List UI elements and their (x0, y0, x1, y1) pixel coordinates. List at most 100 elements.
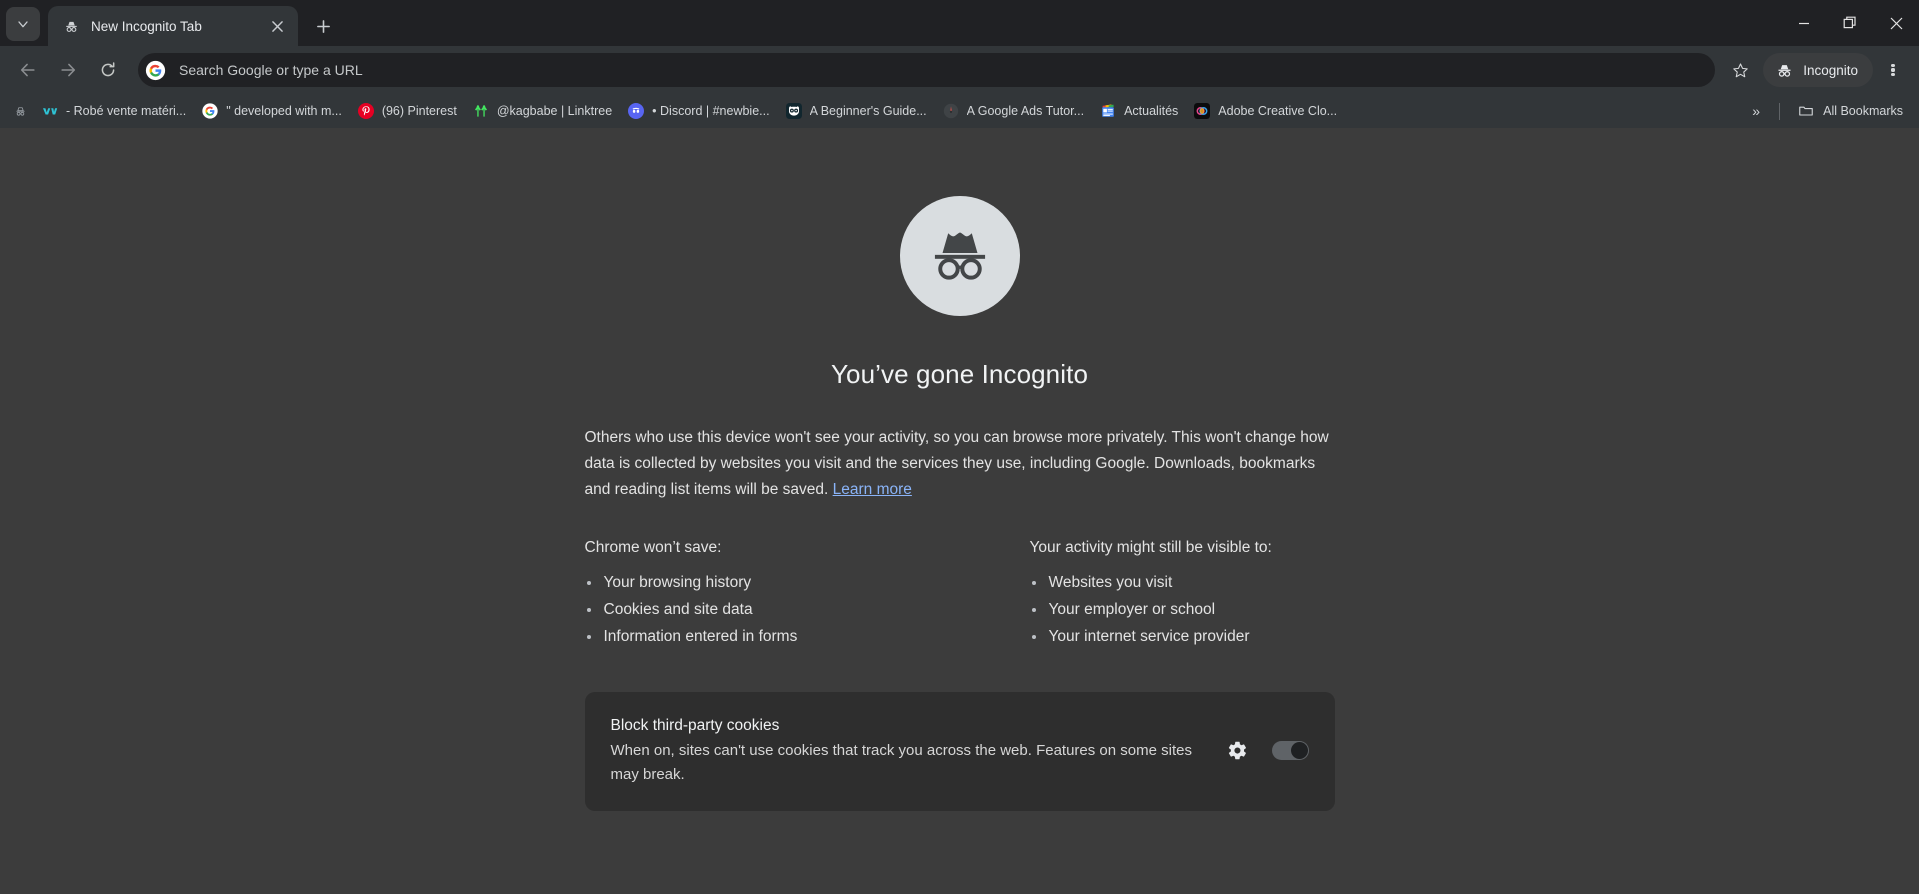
page-title: You’ve gone Incognito (830, 359, 1089, 389)
intro-text: Others who use this device won't see you… (584, 429, 1329, 498)
bookmark-label: @kagbabe | Linktree (496, 104, 613, 118)
bookmark-item[interactable]: Actualités (1092, 98, 1186, 124)
list-item: Information entered in forms (585, 623, 960, 650)
google-news-icon (1100, 103, 1116, 119)
column-heading: Your activity might still be visible to: (1029, 539, 1272, 556)
adobe-cc-icon-svg (1194, 103, 1211, 119)
tab-close-button[interactable] (266, 15, 288, 37)
incognito-icon-svg (1778, 64, 1791, 77)
dark-circle-icon-svg (943, 103, 958, 119)
bookmark-label: " developed with m... (226, 104, 342, 118)
reload-button[interactable] (91, 53, 125, 87)
column-chrome-wont-save: Chrome won’t save: Your browsing history… (585, 539, 960, 650)
bookmark-label: A Beginner's Guide... (809, 104, 927, 118)
intro-paragraph: Others who use this device won't see you… (585, 425, 1335, 503)
bookmarks-divider (1779, 102, 1781, 120)
forward-button[interactable] (51, 53, 85, 87)
bookmark-item[interactable]: " developed with m... (194, 98, 350, 124)
google-news-icon-svg (1102, 104, 1114, 117)
incognito-icon (62, 17, 80, 35)
cookie-card-text: Block third-party cookies When on, sites… (611, 714, 1221, 787)
learn-more-link[interactable]: Learn more (833, 481, 912, 498)
bookmark-item[interactable]: A Beginner's Guide... (778, 98, 935, 124)
column-heading: Chrome won’t save: (584, 539, 722, 556)
incognito-small-icon-svg (15, 106, 25, 116)
reload-icon (101, 62, 115, 77)
tab-search-button[interactable] (6, 7, 40, 41)
cookie-settings-button[interactable] (1221, 734, 1255, 768)
info-columns: Chrome won’t save: Your browsing history… (585, 539, 1335, 650)
back-button[interactable] (11, 53, 45, 87)
bookmarks-bar: - Robé vente matéri... " developed with … (0, 94, 1919, 128)
toggle-knob (1290, 742, 1308, 759)
incognito-avatar (899, 196, 1020, 316)
bookmark-item[interactable]: Adobe Creative Clo... (1186, 98, 1345, 124)
all-bookmarks-button[interactable]: All Bookmarks (1790, 98, 1911, 124)
three-dot-icon (1891, 62, 1895, 78)
cookie-card-description: When on, sites can't use cookies that tr… (610, 742, 1192, 783)
browser-toolbar: Search Google or type a URL Incognito (0, 46, 1919, 94)
bookmark-item[interactable]: (96) Pinterest (350, 98, 465, 124)
maximize-restore-button[interactable] (1827, 0, 1873, 46)
cookie-card-title: Block third-party cookies (610, 717, 780, 734)
incognito-small-icon (12, 103, 28, 119)
close-icon (1890, 17, 1902, 29)
address-bar[interactable]: Search Google or type a URL (138, 53, 1716, 87)
pinterest-icon-svg (357, 103, 374, 119)
tab-title: New Incognito Tab (91, 18, 202, 34)
all-bookmarks-label: All Bookmarks (1823, 104, 1903, 118)
restore-icon (1843, 16, 1856, 29)
linktree-icon (473, 103, 489, 119)
bookmark-item[interactable] (6, 98, 34, 124)
chevron-double-right-icon: » (1752, 103, 1760, 119)
bookmarks-overflow-button[interactable]: » (1743, 98, 1769, 124)
hubspot-icon (785, 103, 802, 119)
pinterest-icon (357, 103, 374, 119)
new-tab-button[interactable] (308, 11, 338, 41)
chrome-menu-button[interactable] (1877, 53, 1909, 87)
incognito-profile-pill[interactable]: Incognito (1763, 53, 1873, 87)
google-g-icon-svg (202, 103, 218, 119)
column-activity-visible-to: Your activity might still be visible to:… (960, 539, 1335, 650)
dark-circle-icon (943, 103, 959, 119)
incognito-icon-svg (65, 21, 77, 32)
bookmark-item[interactable]: A Google Ads Tutor... (935, 98, 1092, 124)
bookmark-item[interactable]: @kagbabe | Linktree (465, 98, 620, 124)
bookmark-label: Actualités (1124, 104, 1179, 118)
bookmark-star-button[interactable] (1723, 53, 1757, 87)
list-item: Your browsing history (585, 569, 960, 596)
list-item: Cookies and site data (585, 596, 960, 623)
column-list: Your browsing history Cookies and site d… (585, 569, 960, 650)
discord-icon (628, 103, 645, 119)
cookie-card: Block third-party cookies When on, sites… (584, 692, 1335, 811)
bookmark-label: Adobe Creative Clo... (1218, 104, 1338, 118)
tab-strip: New Incognito Tab (0, 0, 1919, 46)
window-controls (1781, 0, 1919, 46)
tab-new-incognito-tab[interactable]: New Incognito Tab (48, 6, 298, 46)
webflow-icon (42, 103, 58, 119)
list-item: Websites you visit (1030, 569, 1335, 596)
incognito-content: You’ve gone Incognito Others who use thi… (584, 128, 1335, 894)
close-icon (271, 20, 283, 32)
folder-icon (1799, 106, 1813, 116)
incognito-pill-label: Incognito (1803, 62, 1858, 78)
arrow-left-icon (20, 63, 35, 77)
arrow-right-icon (61, 63, 76, 77)
bookmark-label: A Google Ads Tutor... (966, 104, 1085, 118)
bookmark-item[interactable]: - Robé vente matéri... (34, 98, 194, 124)
list-item: Your employer or school (1030, 596, 1335, 623)
gear-icon (1228, 741, 1246, 760)
incognito-avatar-icon (934, 232, 985, 280)
bookmark-item[interactable]: • Discord | #newbie... (620, 98, 777, 124)
plus-icon (316, 19, 330, 33)
close-window-button[interactable] (1873, 0, 1919, 46)
hubspot-icon-svg (785, 103, 802, 119)
google-g-icon-svg (145, 60, 166, 80)
column-list: Websites you visit Your employer or scho… (1030, 569, 1335, 650)
bookmark-label: - Robé vente matéri... (66, 104, 187, 118)
minimize-button[interactable] (1781, 0, 1827, 46)
linktree-icon-svg (474, 105, 487, 117)
block-third-party-cookies-toggle[interactable] (1271, 741, 1309, 760)
star-icon (1732, 62, 1748, 77)
address-bar-text: Search Google or type a URL (179, 62, 363, 78)
